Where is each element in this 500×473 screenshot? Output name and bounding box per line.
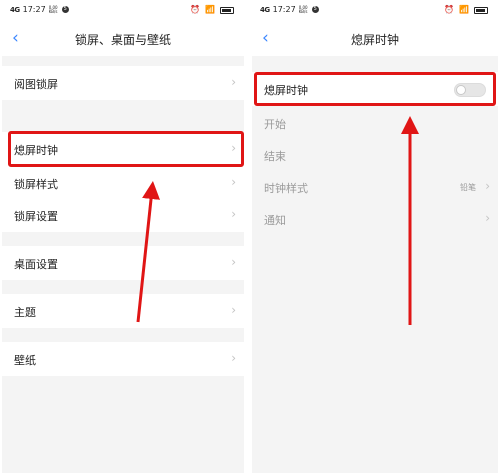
menu-item-label: 壁纸 — [14, 354, 36, 367]
signal-indicator: 4G — [260, 5, 270, 14]
network-speed: 0.00 KB/s — [48, 4, 58, 14]
chevron-right-icon: › — [231, 255, 236, 269]
notification-badge: 5 — [311, 6, 319, 13]
notification-badge: 5 — [61, 6, 69, 13]
wifi-icon: 📶 — [205, 5, 215, 14]
menu-item-label: 阅图锁屏 — [14, 78, 58, 91]
menu-item-theme[interactable]: 主题 › — [2, 294, 244, 328]
menu-item-desktop-settings[interactable]: 桌面设置 › — [2, 246, 244, 280]
menu-item-picture-lockscreen[interactable]: 阅图锁屏 › — [2, 66, 244, 100]
menu-item-lockscreen-style[interactable]: 锁屏样式 › — [2, 166, 244, 200]
menu-item-label: 锁屏设置 — [14, 210, 58, 223]
menu-item-label: 主题 — [14, 306, 36, 319]
chevron-right-icon: › — [231, 207, 236, 221]
setting-label: 结束 — [264, 150, 286, 163]
menu-item-label: 桌面设置 — [14, 258, 58, 271]
left-screen: 4G 17:27 0.00 KB/s 5 ⏰ 📶 ‹ 锁屏、桌面与壁纸 阅图锁屏… — [2, 0, 244, 473]
nav-bar: ‹ 锁屏、桌面与壁纸 — [2, 22, 244, 56]
menu-item-wallpaper[interactable]: 壁纸 › — [2, 342, 244, 376]
setting-notification: 通知 › — [252, 202, 498, 236]
chevron-right-icon: › — [485, 211, 490, 225]
setting-label: 通知 — [264, 214, 286, 227]
network-speed: 0.00 KB/s — [298, 4, 308, 14]
highlight-box — [254, 72, 496, 106]
alarm-icon: ⏰ — [444, 5, 455, 14]
nav-bar: ‹ 熄屏时钟 — [252, 22, 498, 56]
battery-icon — [474, 6, 488, 14]
status-bar: 4G 17:27 0.00 KB/s 5 ⏰ 📶 — [252, 0, 498, 22]
setting-label: 时钟样式 — [264, 182, 308, 195]
wifi-icon: 📶 — [459, 5, 469, 14]
highlight-box — [8, 131, 244, 167]
setting-clock-style: 时钟样式 铅笔 › — [252, 170, 498, 204]
chevron-right-icon: › — [231, 303, 236, 317]
chevron-right-icon: › — [231, 75, 236, 89]
status-time: 17:27 — [22, 5, 46, 14]
signal-indicator: 4G — [10, 5, 20, 14]
chevron-right-icon: › — [485, 179, 490, 193]
chevron-right-icon: › — [231, 351, 236, 365]
status-bar: 4G 17:27 0.00 KB/s 5 ⏰ 📶 — [2, 0, 244, 22]
status-time: 17:27 — [272, 5, 296, 14]
alarm-icon: ⏰ — [190, 5, 201, 14]
setting-label: 开始 — [264, 118, 286, 131]
battery-icon — [220, 6, 234, 14]
setting-end: 结束 — [252, 138, 498, 172]
page-title: 熄屏时钟 — [350, 33, 399, 47]
setting-start: 开始 — [252, 106, 498, 140]
right-screen: 4G 17:27 0.00 KB/s 5 ⏰ 📶 ‹ 熄屏时钟 熄屏时钟 开始 … — [252, 0, 498, 473]
menu-item-label: 锁屏样式 — [14, 178, 58, 191]
page-title: 锁屏、桌面与壁纸 — [74, 33, 171, 47]
chevron-right-icon: › — [231, 175, 236, 189]
setting-value: 铅笔 — [460, 183, 476, 192]
menu-item-lockscreen-settings[interactable]: 锁屏设置 › — [2, 198, 244, 232]
